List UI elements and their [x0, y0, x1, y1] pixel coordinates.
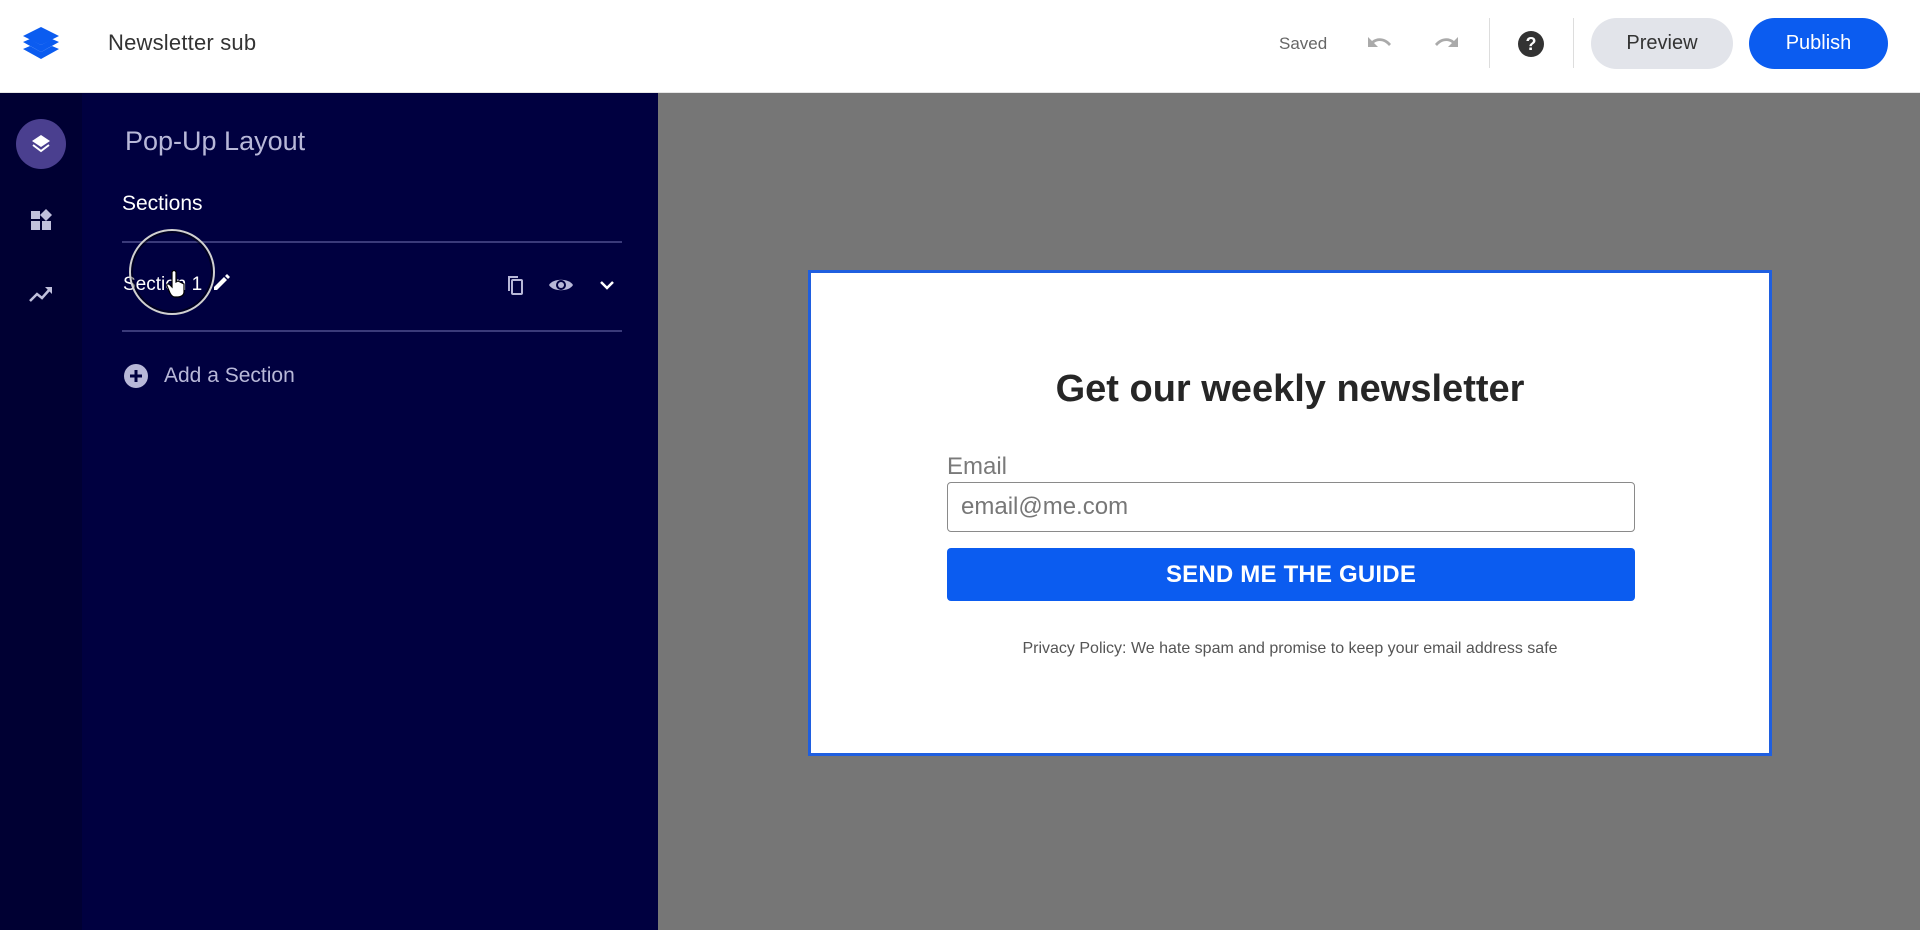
section-name: Section 1 [123, 274, 203, 295]
section-row[interactable]: Section 1 [122, 243, 622, 325]
add-section-button[interactable]: Add a Section [122, 361, 295, 391]
divider [122, 330, 622, 332]
help-button[interactable]: ? [1515, 28, 1547, 60]
undo-button[interactable] [1362, 28, 1396, 60]
copy-icon[interactable] [503, 273, 527, 297]
rail-item-layers[interactable] [16, 119, 66, 169]
document-title[interactable]: Newsletter sub [108, 30, 256, 56]
toolbar-divider [1489, 18, 1490, 68]
rail-item-analytics[interactable] [16, 269, 66, 319]
layout-panel: Pop-Up Layout Sections Section 1 Add a S… [82, 93, 658, 930]
top-bar: Newsletter sub Saved ? Preview Publish [0, 0, 1920, 93]
redo-icon [1435, 37, 1458, 47]
layers-icon [32, 135, 50, 153]
help-icon: ? [1518, 31, 1544, 57]
undo-icon [1368, 37, 1391, 47]
popup-heading[interactable]: Get our weekly newsletter [811, 368, 1769, 411]
preview-button[interactable]: Preview [1591, 18, 1733, 69]
stacked-layers-icon[interactable] [18, 24, 64, 64]
eye-icon[interactable] [547, 273, 575, 297]
plus-circle-icon [124, 364, 148, 388]
widgets-icon [31, 209, 52, 230]
hand-cursor-icon [166, 270, 185, 298]
svg-text:?: ? [1526, 34, 1537, 54]
send-guide-button[interactable]: SEND ME THE GUIDE [947, 548, 1635, 601]
trending-up-icon [29, 287, 52, 302]
popup-preview[interactable]: Get our weekly newsletter Email SEND ME … [808, 270, 1772, 756]
email-label: Email [947, 453, 1008, 480]
left-rail [0, 93, 82, 930]
toolbar-divider [1573, 18, 1574, 68]
edit-icon[interactable] [210, 272, 232, 294]
email-input[interactable] [947, 482, 1635, 532]
rail-item-widgets[interactable] [16, 195, 66, 245]
redo-button[interactable] [1430, 28, 1464, 60]
publish-button[interactable]: Publish [1749, 18, 1888, 69]
add-section-label: Add a Section [164, 364, 295, 387]
privacy-policy-text: Privacy Policy: We hate spam and promise… [1022, 640, 1558, 657]
sections-heading: Sections [122, 192, 203, 215]
save-status: Saved [1279, 34, 1328, 53]
panel-title: Pop-Up Layout [125, 126, 306, 156]
chevron-down-icon[interactable] [595, 273, 619, 297]
